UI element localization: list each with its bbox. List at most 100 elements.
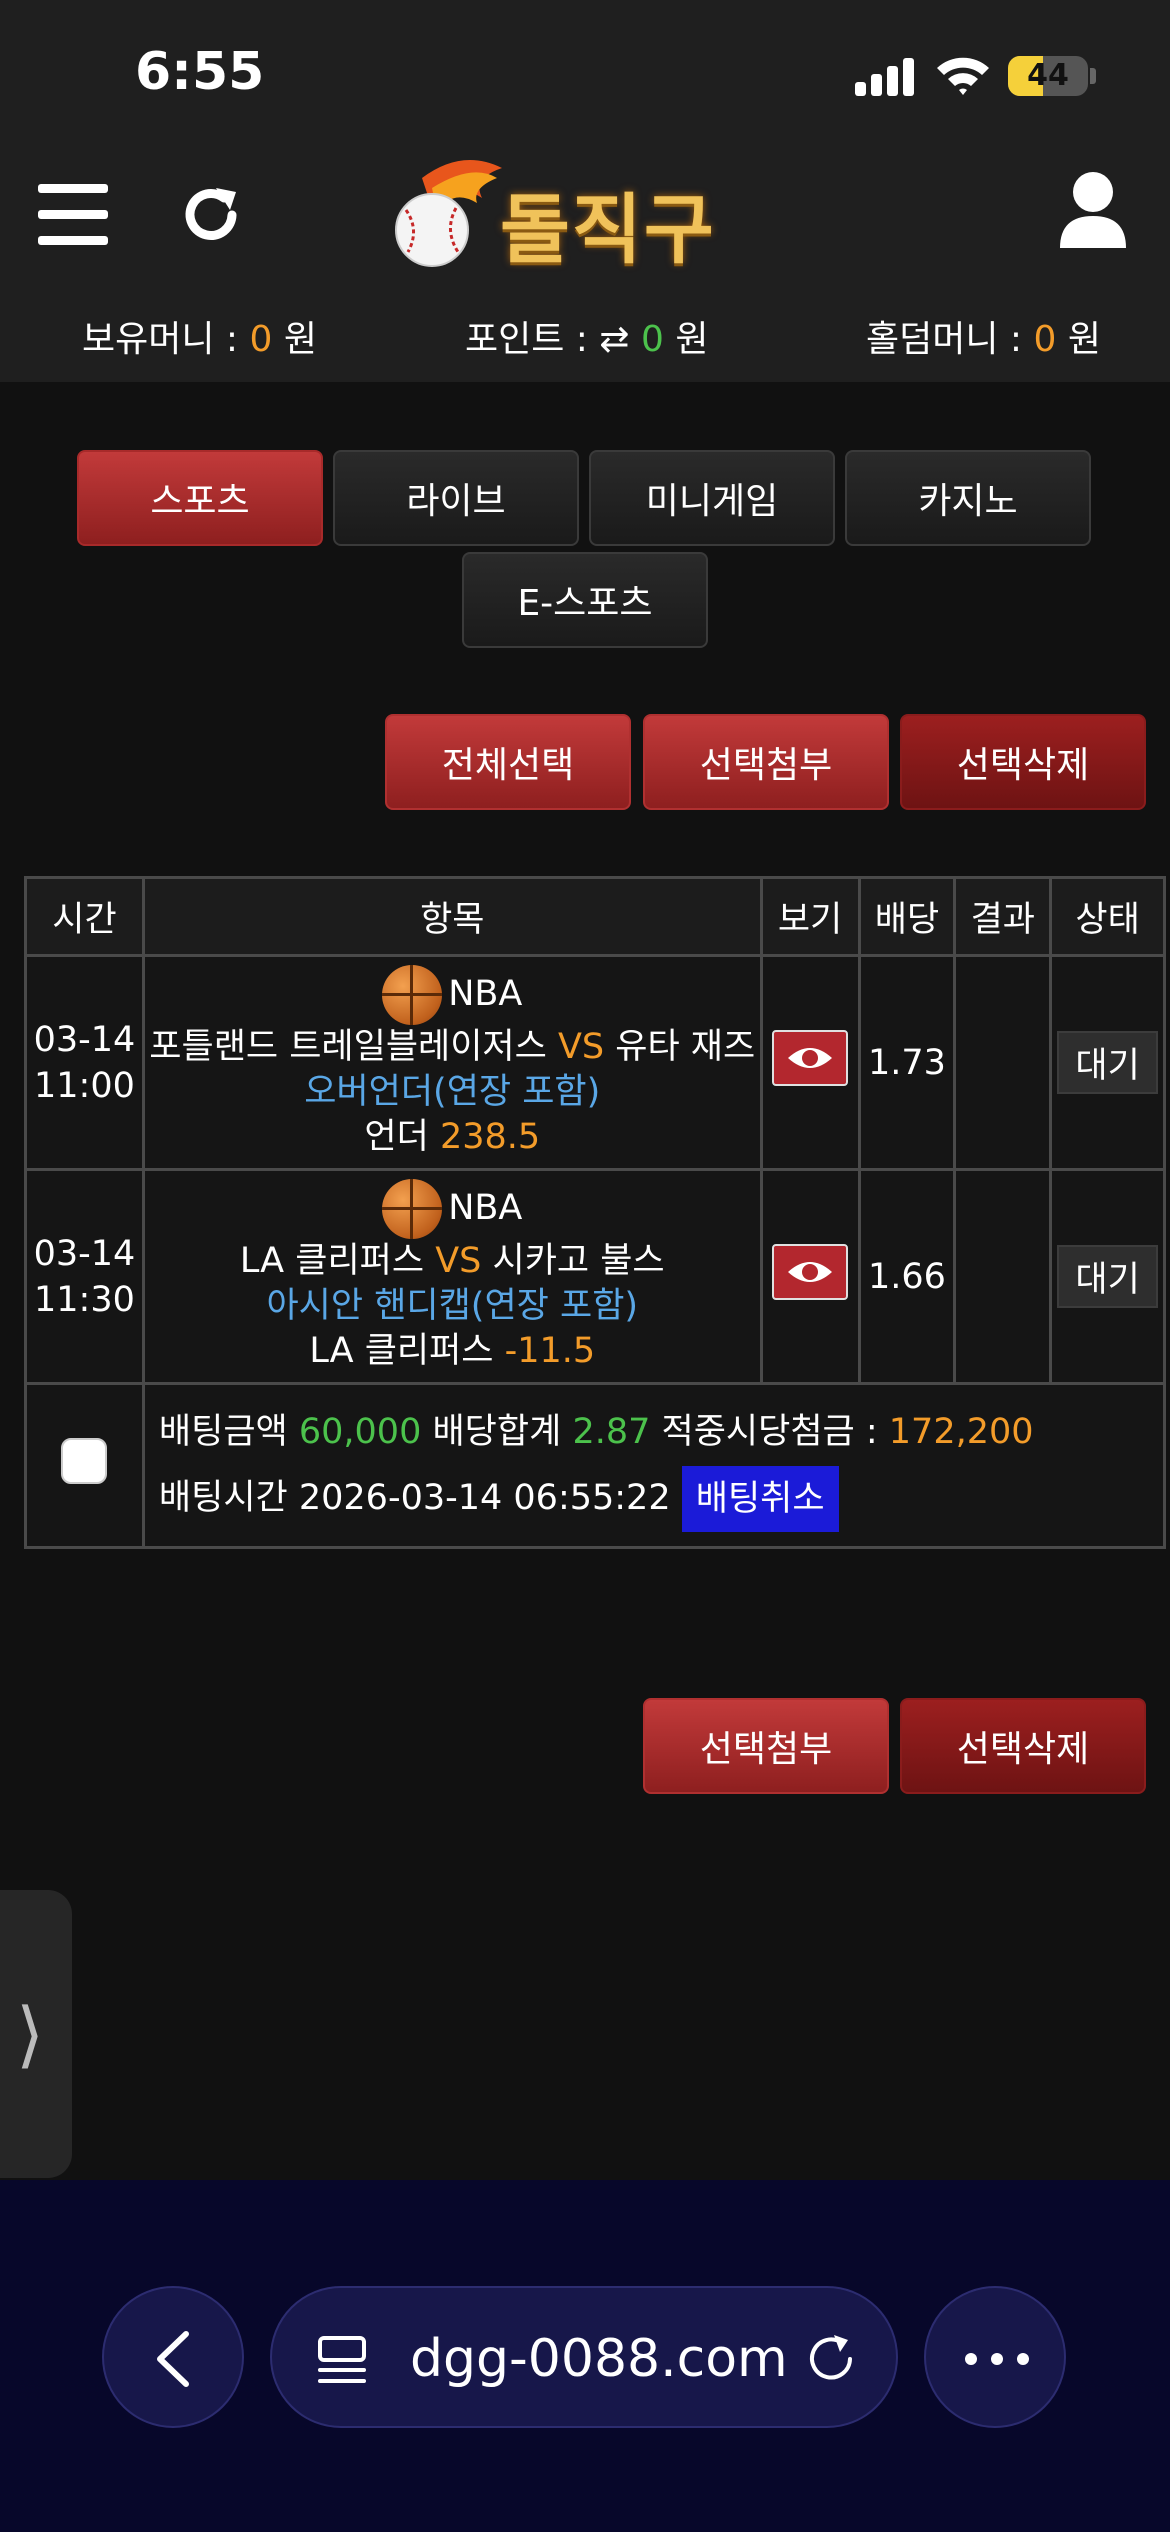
summary-amounts: 배팅금액 60,000 배당합계 2.87 적중시당첨금 : 172,200 <box>159 1399 1149 1465</box>
row-item: NBA LA 클리퍼스 VS 시카고 불스 아시안 핸디캡(연장 포함) LA … <box>141 1168 763 1385</box>
tab-esports[interactable]: E-스포츠 <box>462 552 708 648</box>
address-bar[interactable]: dgg-0088.com <box>270 2286 898 2428</box>
basketball-icon <box>382 1179 443 1239</box>
bet-select-checkbox[interactable] <box>61 1438 108 1484</box>
view-eye-icon[interactable] <box>772 1030 849 1086</box>
cancel-bet-button[interactable]: 배팅취소 <box>681 1466 839 1532</box>
hamburger-menu-icon[interactable] <box>38 184 110 245</box>
away-team: 시카고 불스 <box>492 1241 665 1281</box>
balance-money-value: 0 <box>249 319 273 360</box>
bet-summary-row: 배팅금액 60,000 배당합계 2.87 적중시당첨금 : 172,200 배… <box>24 1382 1167 1549</box>
attach-selected-button[interactable]: 선택첨부 <box>643 714 889 810</box>
market-type: 오버언더(연장 포함) <box>304 1072 601 1112</box>
tab-list-icon[interactable] <box>316 2334 368 2386</box>
select-all-button[interactable]: 전체선택 <box>385 714 631 810</box>
reload-icon[interactable] <box>804 2332 858 2386</box>
chevron-right-icon: ⟩ <box>16 1992 45 2076</box>
payout-value: 172,200 <box>888 1412 1034 1452</box>
summary-time: 배팅시간 2026-03-14 06:55:22 배팅취소 <box>159 1465 1149 1532</box>
balance-points-value: 0 <box>641 319 664 360</box>
pick-line: LA 클리퍼스 -11.5 <box>149 1329 756 1374</box>
row-odds: 1.73 <box>857 954 957 1171</box>
delete-selected-button[interactable]: 선택삭제 <box>900 714 1146 810</box>
wifi-icon <box>937 57 989 95</box>
attach-selected-button-bottom[interactable]: 선택첨부 <box>643 1698 889 1794</box>
site-logo[interactable]: 돌직구 <box>388 150 778 274</box>
home-team: 포틀랜드 트레일블레이저스 <box>149 1027 547 1067</box>
league-name: NBA <box>448 1188 523 1228</box>
url-text: dgg-0088.com <box>410 2329 788 2389</box>
cellular-signal-icon <box>855 58 915 96</box>
table-row: 03-14 11:30 NBA LA 클리퍼스 VS 시카고 불스 아시안 핸디… <box>24 1168 1166 1385</box>
status-badge: 대기 <box>1057 1245 1158 1308</box>
header-time: 시간 <box>24 876 145 957</box>
user-account-icon[interactable] <box>1058 170 1128 250</box>
pick-line-value: -11.5 <box>504 1331 596 1371</box>
row-item: NBA 포틀랜드 트레일블레이저스 VS 유타 재즈 오버언더(연장 포함) 언… <box>141 954 763 1171</box>
market-type: 아시안 핸디캡(연장 포함) <box>266 1286 639 1326</box>
battery-nub <box>1090 68 1096 84</box>
row-result <box>953 1168 1053 1385</box>
row-view <box>759 1168 861 1385</box>
pick-line-value: 238.5 <box>439 1117 541 1157</box>
refresh-icon[interactable] <box>180 184 242 246</box>
home-team: LA 클리퍼스 <box>239 1241 425 1281</box>
logo-text: 돌직구 <box>500 185 716 274</box>
tab-sports[interactable]: 스포츠 <box>77 450 323 546</box>
header-view: 보기 <box>759 876 861 957</box>
row-time: 03-14 11:00 <box>24 954 145 1171</box>
vs-label: VS <box>435 1241 482 1281</box>
bet-time-label: 배팅시간 <box>158 1478 288 1518</box>
exchange-icon[interactable]: ⇄ <box>599 319 629 360</box>
balance-holdem-value: 0 <box>1033 319 1057 360</box>
table-row: 03-14 11:00 NBA 포틀랜드 트레일블레이저스 VS 유타 재즈 오… <box>24 954 1166 1171</box>
status-bar: 6:55 44 <box>0 0 1170 150</box>
battery-icon: 44 <box>1008 56 1088 96</box>
league-line: NBA <box>149 1179 756 1239</box>
delete-selected-button-bottom[interactable]: 선택삭제 <box>900 1698 1146 1794</box>
amount-value: 60,000 <box>298 1412 422 1452</box>
chevron-left-icon <box>157 2331 189 2387</box>
balance-money: 보유머니 : 0 원 <box>82 310 317 362</box>
ellipsis-icon <box>965 2353 1029 2365</box>
tab-minigame[interactable]: 미니게임 <box>589 450 835 546</box>
header-odds: 배당 <box>857 876 957 957</box>
row-view <box>759 954 861 1171</box>
header-item: 항목 <box>141 876 763 957</box>
browser-toolbar: dgg-0088.com <box>0 2180 1170 2532</box>
more-options-button[interactable] <box>924 2286 1066 2428</box>
table-header-row: 시간 항목 보기 배당 결과 상태 <box>24 876 1166 957</box>
odds-total-value: 2.87 <box>572 1412 651 1452</box>
view-eye-icon[interactable] <box>772 1244 849 1300</box>
side-drawer-handle[interactable]: ⟩ <box>0 1890 72 2178</box>
league-line: NBA <box>149 965 756 1025</box>
pick-label: 언더 <box>364 1117 429 1157</box>
baseball-fire-logo-icon <box>395 160 502 267</box>
amount-label: 배팅금액 <box>158 1412 288 1452</box>
balance-points: 포인트 : ⇄ 0 원 <box>465 310 709 362</box>
select-cell <box>24 1382 145 1549</box>
league-name: NBA <box>448 974 523 1014</box>
bet-time-value: 2026-03-14 06:55:22 <box>298 1478 671 1518</box>
back-button[interactable] <box>102 2286 244 2428</box>
payout-label: 적중시당첨금 : <box>661 1412 878 1452</box>
row-hour: 11:00 <box>34 1065 135 1106</box>
header-result: 결과 <box>953 876 1053 957</box>
match-line: LA 클리퍼스 VS 시카고 불스 <box>149 1239 756 1284</box>
pick-label: LA 클리퍼스 <box>309 1331 494 1371</box>
basketball-icon <box>382 965 443 1025</box>
row-time: 03-14 11:30 <box>24 1168 145 1385</box>
battery-level: 44 <box>1027 58 1069 93</box>
row-odds: 1.66 <box>857 1168 957 1385</box>
row-state: 대기 <box>1049 954 1166 1171</box>
header-state: 상태 <box>1049 876 1166 957</box>
balance-points-unit: 원 <box>663 319 709 360</box>
balance-money-label: 보유머니 : <box>82 319 250 360</box>
tab-live[interactable]: 라이브 <box>333 450 579 546</box>
row-date: 03-14 <box>33 1233 136 1274</box>
tab-casino[interactable]: 카지노 <box>845 450 1091 546</box>
row-hour: 11:30 <box>34 1279 135 1320</box>
row-result <box>953 954 1053 1171</box>
balance-bar: 보유머니 : 0 원 포인트 : ⇄ 0 원 홀덤머니 : 0 원 <box>0 310 1170 360</box>
bet-summary: 배팅금액 60,000 배당합계 2.87 적중시당첨금 : 172,200 배… <box>141 1382 1167 1549</box>
